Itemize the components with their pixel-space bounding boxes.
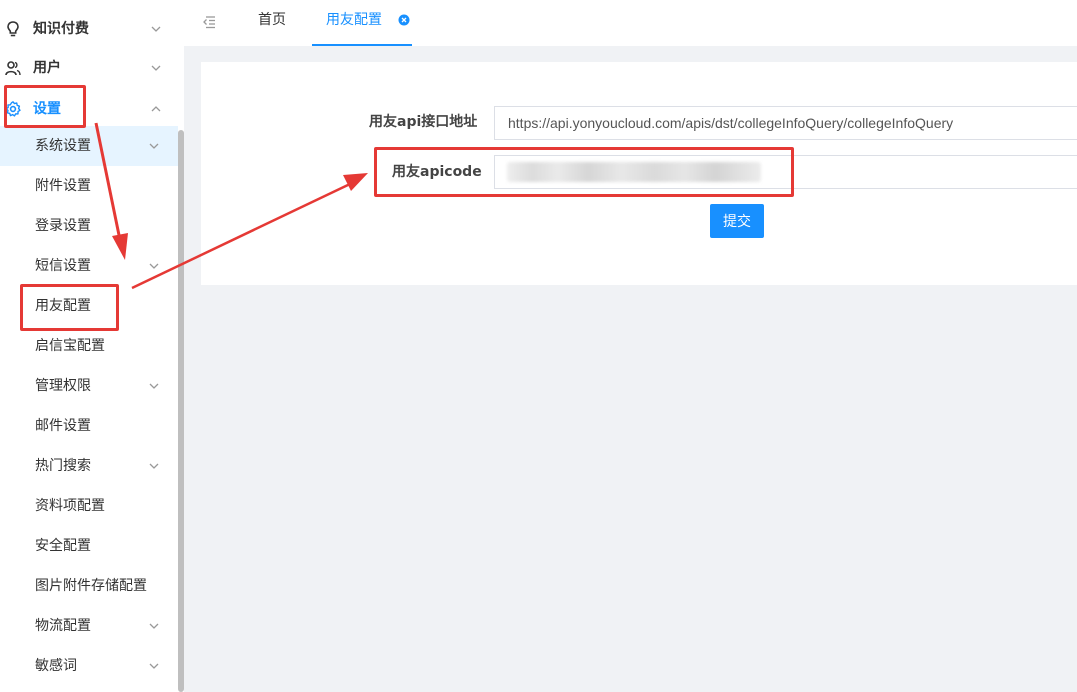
- submenu-label: 热门搜索: [35, 458, 91, 474]
- submenu-yonyou-config[interactable]: 用友配置: [0, 286, 178, 326]
- submenu-sms-settings[interactable]: 短信设置: [0, 246, 178, 286]
- api-url-label: 用友api接口地址: [369, 114, 478, 130]
- submenu-system-settings[interactable]: 系统设置: [0, 126, 178, 166]
- chevron-up-icon: [151, 106, 161, 112]
- chevron-down-icon: [151, 65, 161, 71]
- menu-users[interactable]: 用户: [0, 48, 176, 88]
- submit-button[interactable]: 提交: [710, 204, 764, 238]
- sidebar: 知识付费 用户 设置 系统设置 附件设置 登录设置 短信设置 用友配置 启信宝配…: [0, 0, 184, 692]
- submenu-label: 系统设置: [35, 138, 91, 154]
- sidebar-scrollbar[interactable]: [178, 130, 184, 692]
- lightbulb-icon: [7, 21, 19, 37]
- chevron-down-icon: [149, 383, 159, 389]
- users-icon: [5, 61, 21, 76]
- submenu-label: 物流配置: [35, 618, 91, 634]
- apicode-input[interactable]: [494, 155, 1077, 189]
- submenu-image-storage-config[interactable]: 图片附件存储配置: [0, 566, 178, 606]
- api-url-value: https://api.yonyoucloud.com/apis/dst/col…: [508, 115, 954, 131]
- submenu-label: 登录设置: [35, 218, 91, 234]
- tab-yonyou-config[interactable]: 用友配置: [312, 0, 412, 46]
- tab-home[interactable]: 首页: [258, 0, 298, 46]
- submenu-security-config[interactable]: 安全配置: [0, 526, 178, 566]
- chevron-down-icon: [151, 26, 161, 32]
- submenu-login-settings[interactable]: 登录设置: [0, 206, 178, 246]
- chevron-down-icon: [149, 663, 159, 669]
- menu-fold-icon[interactable]: [201, 14, 217, 30]
- submenu-label: 邮件设置: [35, 418, 91, 434]
- submenu-label: 安全配置: [35, 538, 91, 554]
- menu-users-label: 用户: [33, 60, 61, 76]
- config-form-card: 用友api接口地址 https://api.yonyoucloud.com/ap…: [201, 62, 1077, 285]
- chevron-down-icon: [149, 623, 159, 629]
- api-url-input[interactable]: https://api.yonyoucloud.com/apis/dst/col…: [494, 106, 1077, 140]
- tab-home-label: 首页: [258, 12, 286, 28]
- submenu-sensitive-words[interactable]: 敏感词: [0, 646, 178, 686]
- submenu-qixinbao-config[interactable]: 启信宝配置: [0, 326, 178, 366]
- submenu-mail-settings[interactable]: 邮件设置: [0, 406, 178, 446]
- submenu-logistics-config[interactable]: 物流配置: [0, 606, 178, 646]
- submenu-label: 资料项配置: [35, 498, 105, 514]
- tab-yonyou-config-label: 用友配置: [326, 12, 382, 28]
- submenu-attachment-settings[interactable]: 附件设置: [0, 166, 178, 206]
- submenu-label: 启信宝配置: [35, 338, 105, 354]
- submenu-label: 用友配置: [35, 298, 91, 314]
- menu-knowledge-pay-label: 知识付费: [33, 21, 89, 37]
- redacted-value: [507, 162, 761, 182]
- menu-settings-label: 设置: [33, 101, 61, 117]
- chevron-down-icon: [149, 263, 159, 269]
- submenu-label: 短信设置: [35, 258, 91, 274]
- submenu-label: 图片附件存储配置: [35, 578, 147, 594]
- submenu-permissions[interactable]: 管理权限: [0, 366, 178, 406]
- chevron-down-icon: [149, 143, 159, 149]
- submenu-label: 敏感词: [35, 658, 77, 674]
- submenu-data-item-config[interactable]: 资料项配置: [0, 486, 178, 526]
- submenu-label: 附件设置: [35, 178, 91, 194]
- tab-bar: 首页 用友配置: [184, 0, 1077, 46]
- submenu-hot-search[interactable]: 热门搜索: [0, 446, 178, 486]
- apicode-label: 用友apicode: [392, 164, 482, 180]
- chevron-down-icon: [149, 463, 159, 469]
- submenu-label: 管理权限: [35, 378, 91, 394]
- menu-knowledge-pay[interactable]: 知识付费: [0, 9, 176, 49]
- gear-icon: [5, 101, 21, 117]
- menu-settings[interactable]: 设置: [0, 89, 176, 129]
- close-icon[interactable]: [398, 14, 410, 26]
